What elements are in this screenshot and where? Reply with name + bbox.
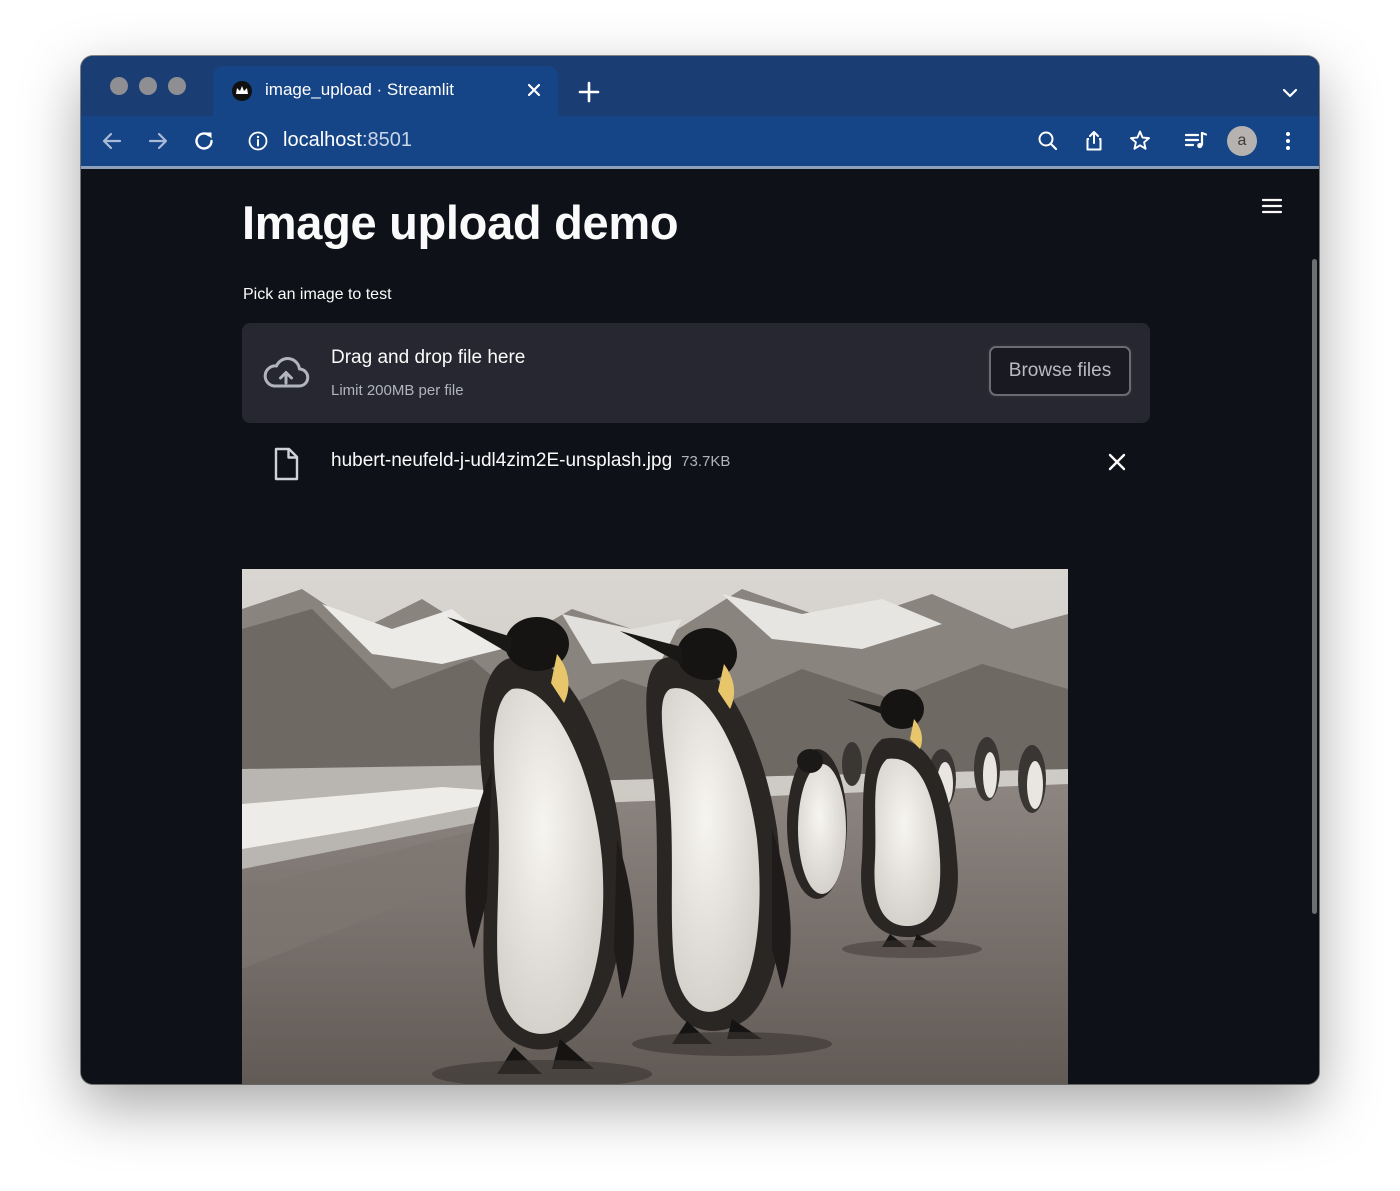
file-size: 73.7KB (681, 453, 731, 470)
browser-toolbar: localhost:8501 a (81, 116, 1319, 169)
page-title: Image upload demo (242, 196, 679, 249)
dropzone-title: Drag and drop file here (331, 347, 526, 368)
tab-close-icon[interactable] (522, 78, 546, 102)
zoom-window-button[interactable] (168, 77, 186, 95)
browser-window: image_upload · Streamlit localhost:8501 … (81, 56, 1319, 1084)
hamburger-icon[interactable] (1259, 193, 1285, 219)
scrollbar[interactable] (1312, 259, 1317, 914)
reload-icon[interactable] (191, 128, 217, 154)
tab-title: image_upload · Streamlit (265, 80, 454, 99)
url-host: localhost (283, 129, 362, 151)
close-icon[interactable] (1106, 451, 1128, 473)
file-name-text: hubert-neufeld-j-udl4zim2E-unsplash.jpg (331, 450, 673, 471)
app-content: Image upload demo Pick an image to test … (81, 169, 1319, 1084)
browser-titlebar: image_upload · Streamlit (81, 56, 1319, 116)
media-control-icon[interactable] (1183, 128, 1209, 154)
file-dropzone[interactable]: Drag and drop file here Limit 200MB per … (242, 323, 1150, 423)
file-icon (274, 447, 299, 481)
streamlit-crown-icon (232, 81, 252, 101)
cloud-upload-icon (263, 357, 310, 388)
site-info-icon[interactable] (247, 130, 269, 152)
forward-arrow-icon[interactable] (145, 128, 171, 154)
share-icon[interactable] (1081, 128, 1107, 154)
uploaded-file-row: hubert-neufeld-j-udl4zim2E-unsplash.jpg 7… (242, 444, 1150, 484)
uploaded-file-name: hubert-neufeld-j-udl4zim2E-unsplash.jpg 7… (331, 450, 730, 472)
profile-avatar[interactable]: a (1227, 126, 1257, 156)
zoom-icon[interactable] (1035, 128, 1061, 154)
minimize-window-button[interactable] (139, 77, 157, 95)
browse-files-button[interactable]: Browse files (989, 346, 1131, 396)
bookmark-star-icon[interactable] (1127, 128, 1153, 154)
url-port: :8501 (361, 129, 412, 151)
more-vertical-icon[interactable] (1275, 128, 1301, 154)
tab-active[interactable]: image_upload · Streamlit (213, 66, 558, 116)
chevron-down-icon[interactable] (1279, 82, 1301, 104)
uploader-label: Pick an image to test (243, 286, 392, 303)
uploaded-image-preview (242, 569, 1068, 1084)
close-window-button[interactable] (110, 77, 128, 95)
back-arrow-icon[interactable] (99, 128, 125, 154)
dropzone-limit: Limit 200MB per file (331, 382, 464, 399)
new-tab-icon[interactable] (575, 78, 603, 106)
address-bar[interactable]: localhost:8501 (283, 129, 412, 152)
penguin-photo (242, 569, 1068, 1084)
